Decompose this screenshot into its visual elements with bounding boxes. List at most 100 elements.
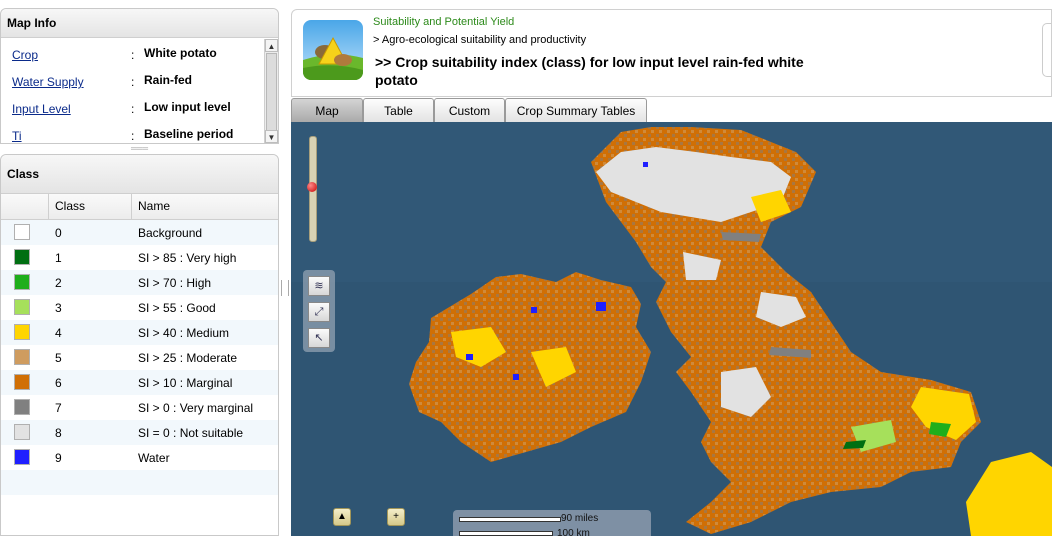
class-swatch xyxy=(14,374,30,390)
side-collapse-tab[interactable] xyxy=(1042,23,1051,77)
tab-map[interactable]: Map xyxy=(291,98,363,122)
pointer-icon[interactable]: ↖ xyxy=(308,328,330,348)
legend-row-empty xyxy=(1,470,278,495)
column-splitter-handle[interactable] xyxy=(281,280,289,296)
tab-custom[interactable]: Custom xyxy=(434,98,505,122)
pan-up-icon[interactable]: ▲ xyxy=(333,508,351,526)
input-level-value: Low input level xyxy=(144,100,231,114)
separator: : xyxy=(131,75,135,89)
water-patch xyxy=(513,374,519,380)
class-swatch xyxy=(14,424,30,440)
class-number: 2 xyxy=(55,276,62,290)
class-panel-title: Class xyxy=(1,155,278,194)
class-name: SI > 25 : Moderate xyxy=(138,351,238,365)
class-swatch xyxy=(14,324,30,340)
class-table-header: Class Name xyxy=(1,194,278,220)
class-name: SI > 40 : Medium xyxy=(138,326,230,340)
info-row-input-level: Input Level : Low input level xyxy=(1,93,264,120)
legend-row: 4 SI > 40 : Medium xyxy=(1,320,278,345)
zoom-slider-knob[interactable] xyxy=(307,182,317,192)
scale-bar-km xyxy=(459,531,553,536)
class-number: 1 xyxy=(55,251,62,265)
class-legend-panel: Class Class Name 0 Background 1 SI > 85 : … xyxy=(0,154,279,536)
map-view[interactable]: ≋ ⤢ ↖ ▲ + 90 miles 100 km xyxy=(291,122,1052,536)
info-row-time: Ti : Baseline period xyxy=(1,120,264,143)
water-supply-link[interactable]: Water Supply xyxy=(12,75,84,89)
crop-link[interactable]: Crop xyxy=(12,48,38,62)
class-name: SI > 55 : Good xyxy=(138,301,216,315)
name-column-header[interactable]: Name xyxy=(132,194,278,219)
class-name: SI = 0 : Not suitable xyxy=(138,426,244,440)
legend-row: 9 Water xyxy=(1,445,278,470)
legend-row: 8 SI = 0 : Not suitable xyxy=(1,420,278,445)
class-swatch xyxy=(14,249,30,265)
scale-bar-miles xyxy=(459,517,561,522)
input-level-link[interactable]: Input Level xyxy=(12,102,71,116)
tab-crop-summary-tables[interactable]: Crop Summary Tables xyxy=(505,98,647,122)
class-number: 0 xyxy=(55,226,62,240)
class-number: 6 xyxy=(55,376,62,390)
map-info-panel: Map Info Crop : White potato Water Suppl… xyxy=(0,8,279,144)
panel-splitter-handle[interactable]: ═══ xyxy=(0,144,279,154)
class-table-body: 0 Background 1 SI > 85 : Very high 2 SI > 7… xyxy=(1,220,278,495)
water-supply-value: Rain-fed xyxy=(144,73,192,87)
time-value: Baseline period xyxy=(144,127,234,141)
class-name: Background xyxy=(138,226,203,240)
class-number: 3 xyxy=(55,301,62,315)
map-info-rows: Crop : White potato Water Supply : Rain-… xyxy=(1,39,264,143)
crop-value: White potato xyxy=(144,46,217,60)
legend-row: 2 SI > 70 : High xyxy=(1,270,278,295)
water-patch xyxy=(466,354,473,360)
page-title: >> Crop suitability index (class) for lo… xyxy=(375,54,804,88)
class-number: 4 xyxy=(55,326,62,340)
class-number: 9 xyxy=(55,451,62,465)
swatch-column-header[interactable] xyxy=(1,194,49,219)
info-row-crop: Crop : White potato xyxy=(1,39,264,66)
time-link[interactable]: Ti xyxy=(12,129,22,143)
zoom-in-icon[interactable]: + xyxy=(387,508,405,526)
class-number: 7 xyxy=(55,401,62,415)
class-column-header[interactable]: Class xyxy=(49,194,132,219)
info-row-water-supply: Water Supply : Rain-fed xyxy=(1,66,264,93)
scroll-down-icon[interactable]: ▼ xyxy=(265,130,278,143)
separator: : xyxy=(131,102,135,116)
tab-table[interactable]: Table xyxy=(363,98,434,122)
water-patch xyxy=(596,302,606,311)
scale-label-miles: 90 miles xyxy=(561,513,599,524)
map-info-title: Map Info xyxy=(1,9,278,38)
class-name: SI > 0 : Very marginal xyxy=(138,401,254,415)
separator: : xyxy=(131,129,135,143)
map-info-scrollbar[interactable]: ▲ ▼ xyxy=(264,39,278,143)
class-name: SI > 10 : Marginal xyxy=(138,376,233,390)
layers-icon[interactable]: ≋ xyxy=(308,276,330,296)
water-patch xyxy=(643,162,648,167)
legend-row: 5 SI > 25 : Moderate xyxy=(1,345,278,370)
water-patch xyxy=(531,307,537,313)
legend-row: 3 SI > 55 : Good xyxy=(1,295,278,320)
map-scale-bar: 90 miles 100 km xyxy=(453,510,651,536)
crop-logo-icon xyxy=(303,20,363,80)
class-swatch xyxy=(14,299,30,315)
scroll-thumb[interactable] xyxy=(266,53,277,131)
class-name: SI > 70 : High xyxy=(138,276,212,290)
zoom-extent-icon[interactable]: ⤢ xyxy=(308,302,330,322)
page-header: Suitability and Potential Yield > Agro-e… xyxy=(291,9,1052,97)
class-swatch xyxy=(14,399,30,415)
class-swatch xyxy=(14,349,30,365)
legend-row: 0 Background xyxy=(1,220,278,245)
class-swatch xyxy=(14,224,30,240)
class-number: 5 xyxy=(55,351,62,365)
breadcrumb-section[interactable]: Suitability and Potential Yield xyxy=(373,16,514,28)
legend-row: 1 SI > 85 : Very high xyxy=(1,245,278,270)
map-toolbox: ≋ ⤢ ↖ xyxy=(303,270,335,352)
scale-label-km: 100 km xyxy=(557,528,590,536)
breadcrumb-subsection[interactable]: > Agro-ecological suitability and produc… xyxy=(373,34,586,46)
class-name: SI > 85 : Very high xyxy=(138,251,237,265)
class-name: Water xyxy=(138,451,170,465)
class-swatch xyxy=(14,274,30,290)
class-swatch xyxy=(14,449,30,465)
legend-row: 6 SI > 10 : Marginal xyxy=(1,370,278,395)
scroll-up-icon[interactable]: ▲ xyxy=(265,39,278,52)
suitability-map[interactable] xyxy=(291,122,1052,536)
class-number: 8 xyxy=(55,426,62,440)
